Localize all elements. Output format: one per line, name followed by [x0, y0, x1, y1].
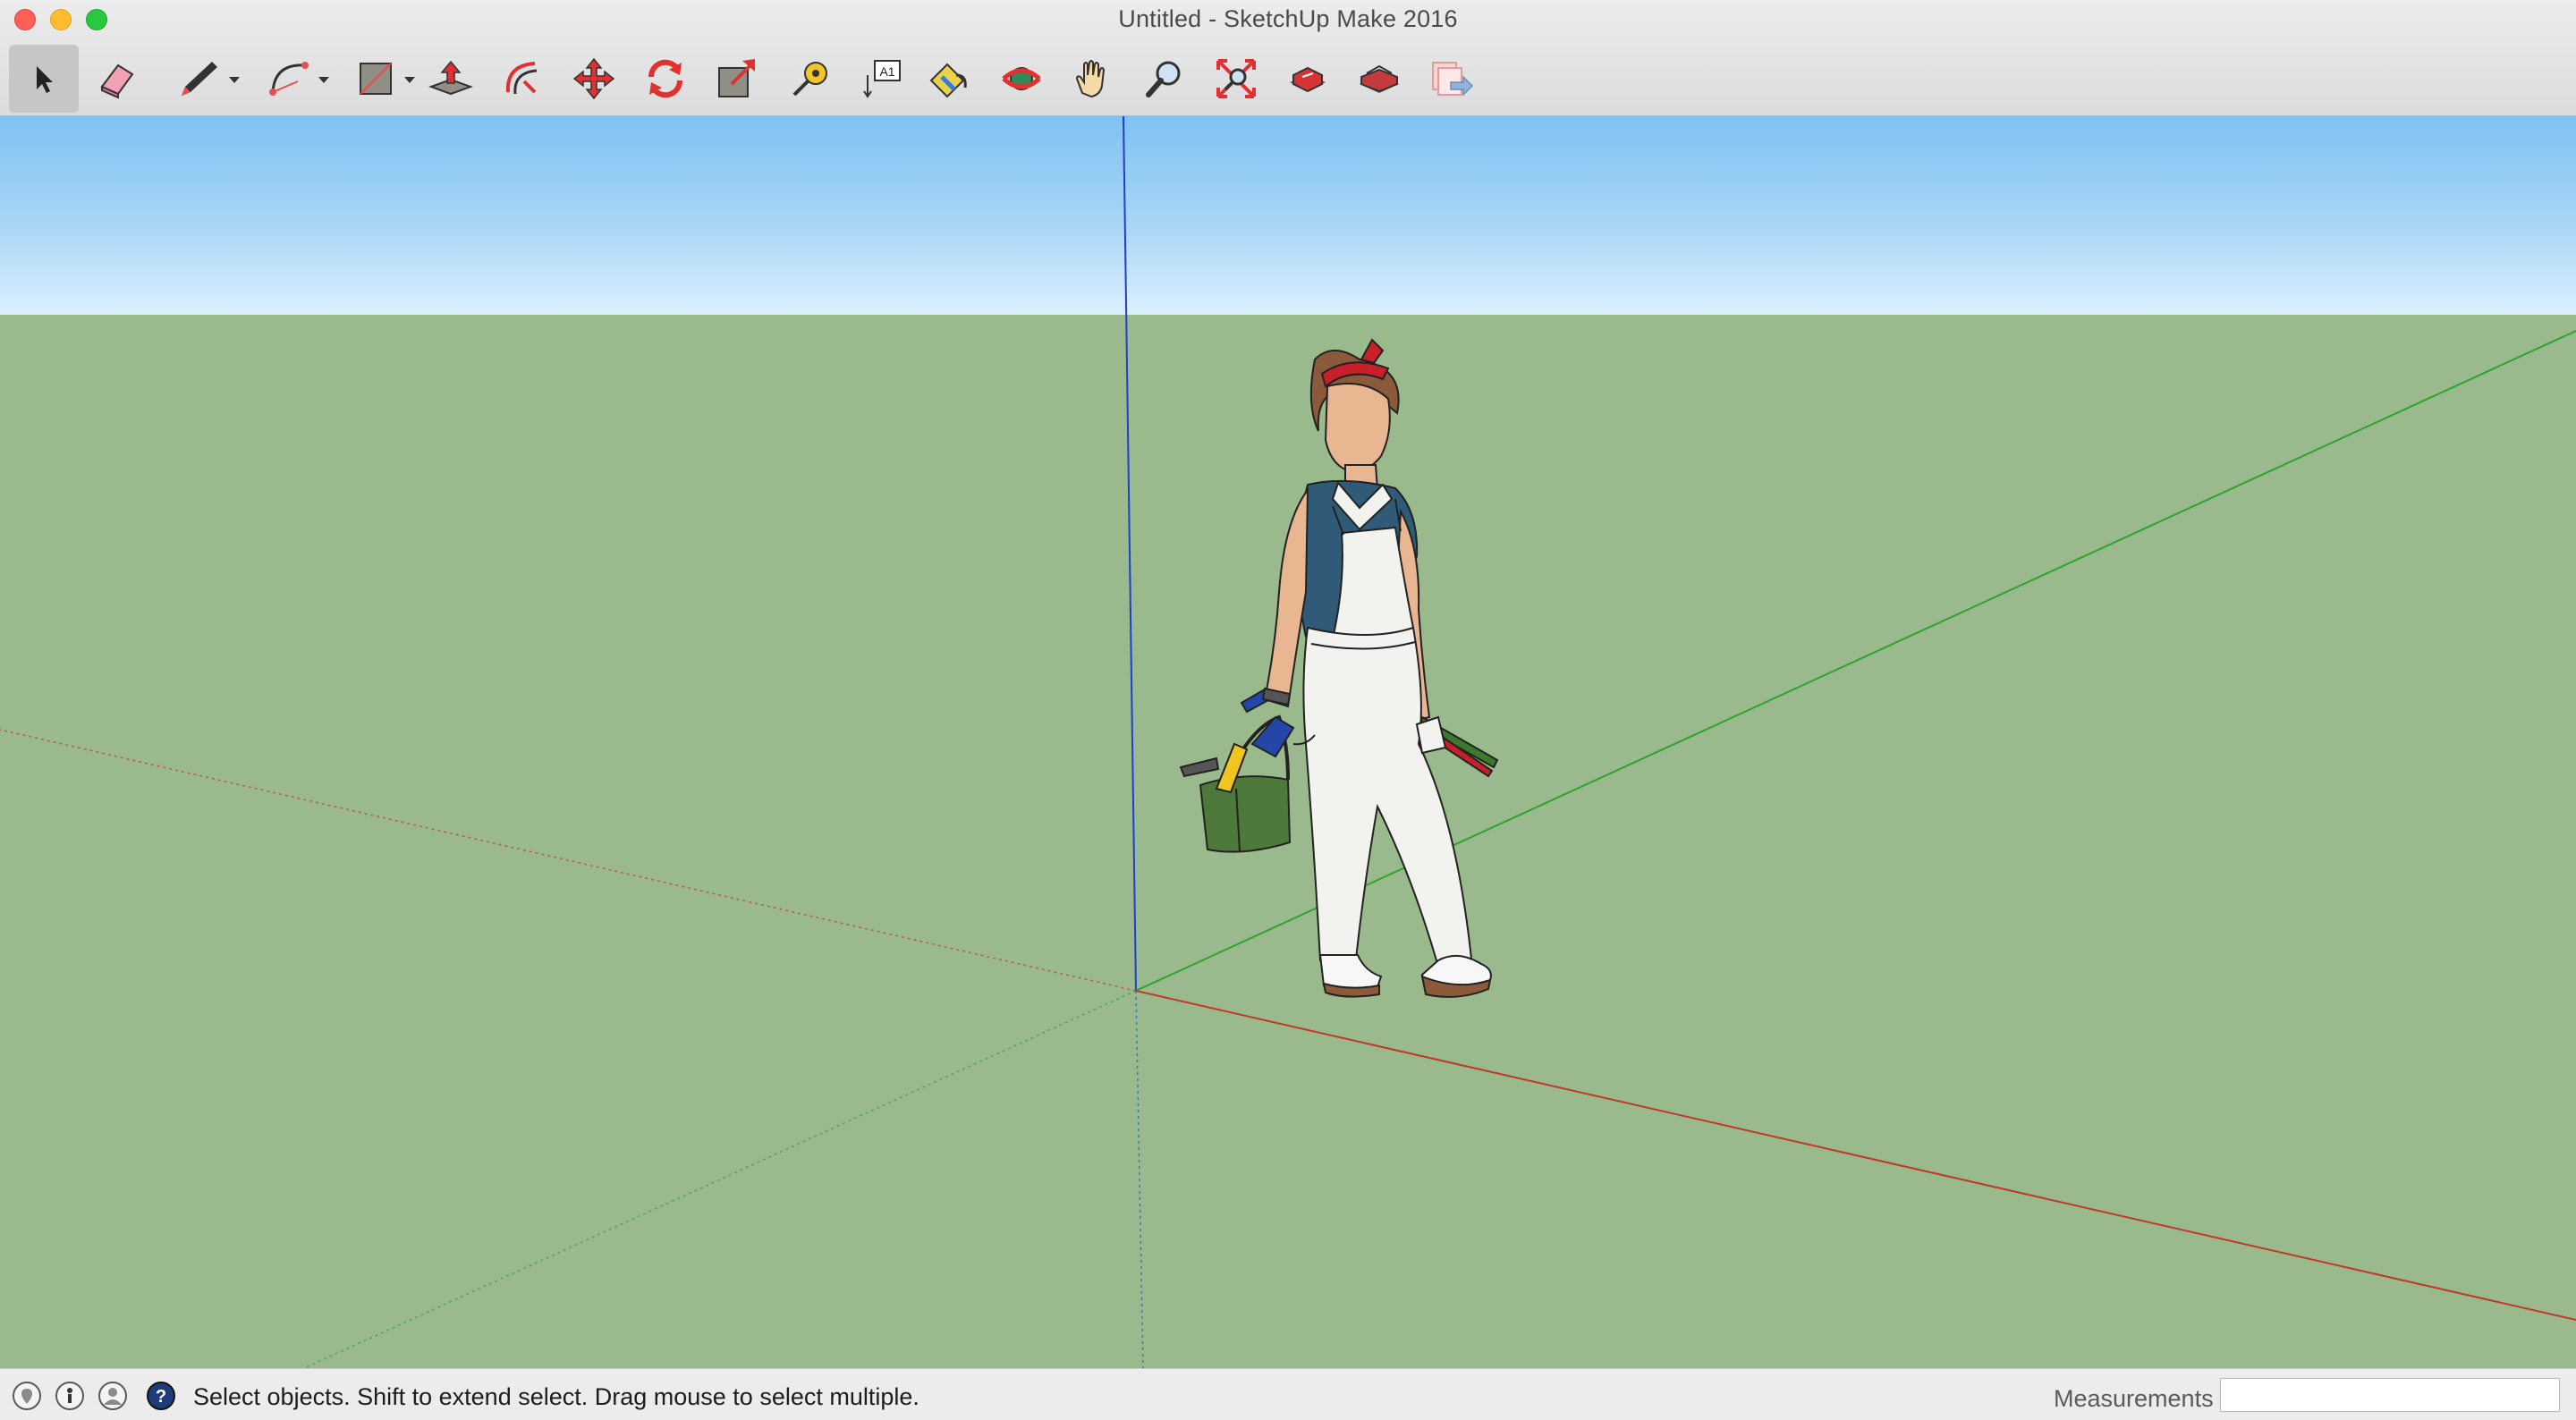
rotate-icon — [642, 55, 689, 102]
move-icon — [571, 55, 617, 102]
orbit-icon — [998, 55, 1045, 102]
pan-hand-icon — [1070, 55, 1116, 102]
zoom-tool-button[interactable] — [1132, 45, 1197, 113]
window-title: Untitled - SketchUp Make 2016 — [1118, 5, 1458, 32]
send-to-layout-button[interactable] — [1419, 45, 1483, 113]
eraser-tool-button[interactable] — [86, 45, 148, 113]
offset-tool-button[interactable] — [490, 45, 555, 113]
select-tool-button[interactable] — [9, 45, 79, 113]
orbit-tool-button[interactable] — [989, 45, 1054, 113]
sketchup-window: Untitled - SketchUp Make 2016 A1 ? Selec… — [0, 0, 2576, 1420]
rectangle-icon — [353, 56, 400, 101]
push-pull-tool-button[interactable] — [419, 45, 483, 113]
arc-tool-button[interactable] — [250, 45, 331, 113]
extension-warehouse-icon — [1354, 55, 1404, 102]
account-icon[interactable] — [98, 1382, 127, 1410]
zoom-extents-tool-button[interactable] — [1204, 45, 1268, 113]
scale-figure[interactable] — [1154, 324, 1512, 1111]
pencil-line-icon — [176, 56, 226, 101]
geolocation-icon[interactable] — [13, 1382, 41, 1410]
measurements-input[interactable] — [2220, 1378, 2560, 1412]
green-axis-negative — [303, 990, 1137, 1368]
rotate-tool-button[interactable] — [633, 45, 698, 113]
scale-tool-button[interactable] — [705, 45, 769, 113]
chevron-down-icon[interactable] — [404, 77, 415, 83]
3d-warehouse-button[interactable] — [1275, 45, 1340, 113]
blue-axis — [1123, 116, 1137, 992]
svg-text:?: ? — [156, 1387, 166, 1407]
tape-measure-tool-button[interactable] — [776, 45, 841, 113]
measurements-label: Measurements — [2054, 1385, 2214, 1412]
window-chrome: Untitled - SketchUp Make 2016 A1 — [0, 0, 2576, 117]
eraser-icon — [95, 56, 140, 101]
credits-icon[interactable] — [55, 1382, 84, 1410]
select-arrow-icon — [26, 61, 62, 97]
status-message: Select objects. Shift to extend select. … — [193, 1383, 919, 1410]
push-pull-icon — [428, 56, 474, 101]
arc-icon — [266, 56, 316, 101]
zoom-extents-icon — [1213, 55, 1259, 102]
svg-text:A1: A1 — [879, 64, 894, 79]
paint-bucket-icon — [924, 55, 972, 102]
status-bar: ? Select objects. Shift to extend select… — [0, 1368, 2576, 1420]
text-icon: A1 — [859, 55, 905, 102]
send-to-layout-icon — [1426, 55, 1476, 102]
chevron-down-icon[interactable] — [229, 77, 240, 83]
line-tool-button[interactable] — [161, 45, 242, 113]
chevron-down-icon[interactable] — [318, 77, 329, 83]
rectangle-tool-button[interactable] — [336, 45, 417, 113]
blue-axis-negative — [1135, 990, 1144, 1368]
extension-warehouse-button[interactable] — [1347, 45, 1411, 113]
scale-icon — [714, 55, 760, 102]
tape-measure-icon — [785, 55, 832, 102]
red-axis-negative — [0, 729, 1137, 992]
offset-icon — [499, 56, 546, 101]
model-viewport[interactable] — [0, 116, 2576, 1368]
pan-tool-button[interactable] — [1061, 45, 1125, 113]
zoom-icon — [1141, 55, 1188, 102]
warehouse-icon — [1284, 55, 1331, 102]
text-tool-button[interactable]: A1 — [850, 45, 914, 113]
paint-bucket-tool-button[interactable] — [916, 45, 980, 113]
instructor-help-icon[interactable]: ? — [147, 1382, 175, 1410]
move-tool-button[interactable] — [562, 45, 626, 113]
